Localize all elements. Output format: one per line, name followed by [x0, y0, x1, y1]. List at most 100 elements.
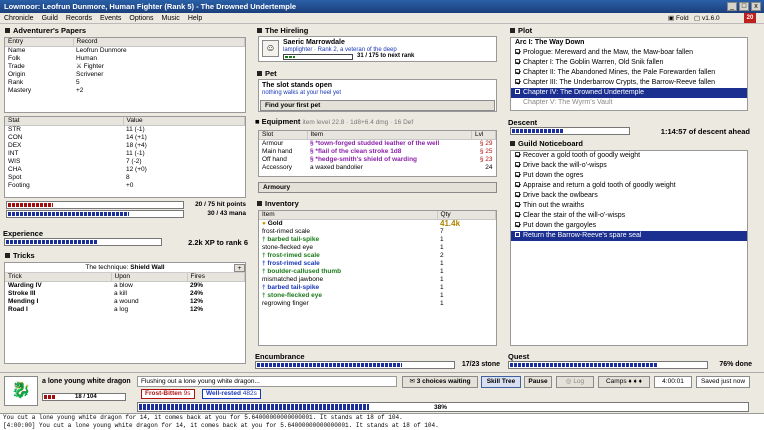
col-inv-item[interactable]: Item	[259, 211, 438, 220]
checkbox-icon	[515, 201, 520, 207]
col-qty[interactable]: Qty	[437, 211, 496, 220]
list-item[interactable]: Put down the ogres	[511, 171, 747, 181]
col-value[interactable]: Value	[123, 117, 245, 126]
choices-button[interactable]: ✉ 3 choices waiting	[402, 376, 478, 388]
table-row: WIS 7 (-2)	[8, 157, 142, 165]
list-item-selected[interactable]: Return the Barrow-Reeve's spare seal	[511, 231, 747, 241]
table-row[interactable]: Off hand § *hedge-smith's shield of wardi…	[259, 156, 496, 164]
table-row: Road Ia log 12%	[8, 305, 204, 313]
col-upon[interactable]: Upon	[111, 273, 188, 282]
mana-text: 30 / 43 mana	[207, 210, 246, 217]
minimize-button[interactable]: _	[727, 2, 737, 11]
table-row: Folk Human	[8, 54, 97, 62]
table-row[interactable]: regrowing finger 1	[259, 300, 496, 308]
maximize-button[interactable]: □	[739, 2, 749, 11]
list-item[interactable]: Thin out the wraiths	[511, 201, 747, 211]
menu-chronicle[interactable]: Chronicle	[4, 15, 34, 22]
list-item[interactable]: Drive back the will-o'-wisps	[511, 161, 747, 171]
list-item-selected[interactable]: Chapter IV: The Drowned Undertemple	[511, 88, 747, 98]
inventory-table: Item Qty ● Gold 41.4k frost-rimed scale 7 †…	[258, 210, 497, 346]
col-item[interactable]: Item	[307, 131, 472, 140]
hireling-panel: ☺ Saeric Marrowdale lamplighter · Rank 2…	[258, 36, 497, 62]
frost-bitten-effect[interactable]: Frost-Bitten 9s	[141, 389, 195, 399]
skill-tree-button[interactable]: Skill Tree	[481, 376, 521, 388]
col-stat[interactable]: Stat	[5, 117, 124, 126]
col-entry[interactable]: Entry	[5, 38, 74, 47]
list-item[interactable]: Clear the stair of the will-o'-wisps	[511, 211, 747, 221]
menu-events[interactable]: Events	[100, 15, 121, 22]
encumbrance-bar	[255, 361, 455, 369]
table-row[interactable]: Armour § *town-forged studded leather of …	[259, 139, 496, 148]
mana-bar-fill	[8, 212, 129, 216]
table-row[interactable]: † barbed tail-spike 1	[259, 284, 496, 292]
well-rested-effect[interactable]: Well-rested 482s	[202, 389, 261, 399]
table-row: STR 11 (-1)	[8, 125, 145, 133]
close-button[interactable]: x	[751, 2, 761, 11]
menu-music[interactable]: Music	[162, 15, 180, 22]
info-icon: ▢	[694, 15, 702, 22]
quest-bar	[508, 361, 708, 369]
list-item[interactable]: Arc I: The Way Down	[511, 38, 747, 48]
col-slot[interactable]: Slot	[259, 131, 308, 140]
table-row[interactable]: † barbed tail-spike 1	[259, 236, 496, 244]
camps-button[interactable]: Camps ♦ ♦ ♦	[598, 376, 650, 388]
notification-badge[interactable]: 20	[744, 13, 756, 23]
menu-records[interactable]: Records	[66, 15, 92, 22]
fold-icon: ▣	[668, 15, 676, 22]
experience-header: Experience	[3, 229, 44, 238]
col-record[interactable]: Record	[73, 38, 245, 47]
flame-icon: ♦	[633, 378, 637, 385]
list-item[interactable]: Prologue: Mereward and the Maw, the Maw-…	[511, 48, 747, 58]
list-item[interactable]: Chapter II: The Abandoned Mines, the Pal…	[511, 68, 747, 78]
table-row: DEX 18 (+4)	[8, 141, 147, 149]
table-row[interactable]: † boulder-callused thumb 1	[259, 268, 496, 276]
table-row[interactable]: ● Gold 41.4k	[259, 219, 496, 228]
table-row[interactable]: † frost-rimed scale 1	[259, 260, 496, 268]
table-row[interactable]: † frost-rimed scale 2	[259, 252, 496, 260]
list-item[interactable]: Chapter I: The Goblin Warren, Old Snik f…	[511, 58, 747, 68]
list-item[interactable]: Recover a gold tooth of goodly weight	[511, 151, 747, 161]
list-item[interactable]: Chapter V: The Wyrm's Vault	[511, 98, 747, 108]
find-pet-button[interactable]: Find your first pet	[260, 100, 495, 111]
table-row[interactable]: stone-flecked eye 1	[259, 244, 496, 252]
list-item[interactable]: Chapter III: The Underbarrow Crypts, the…	[511, 78, 747, 88]
table-row[interactable]: † stone-flecked eye 1	[259, 292, 496, 300]
pet-sub: nothing walks at your heel yet	[262, 90, 342, 96]
checkbox-icon	[515, 231, 520, 237]
table-row[interactable]: Main hand § *flail of the clean stroke 1d…	[259, 148, 496, 156]
equipment-header: ■ Equipment item level 22.8 · 1d8+6.4 dm…	[255, 117, 414, 126]
hireling-xp-bar	[283, 54, 353, 60]
plot-header: Plot	[508, 26, 532, 35]
col-fires[interactable]: Fires	[187, 273, 245, 282]
foe-hp-fill	[44, 395, 56, 399]
encumbrance-text: 17/23 stone	[461, 361, 500, 368]
armoury-button[interactable]: Armoury	[258, 182, 497, 193]
window-title: Lowmoor: Leofrun Dunmore, Human Fighter …	[0, 0, 764, 13]
col-trick[interactable]: Trick	[5, 273, 112, 282]
fold-button[interactable]: ▣ Fold	[668, 14, 689, 22]
table-row[interactable]: mismatched jawbone 1	[259, 276, 496, 284]
list-item[interactable]: Appraise and return a gold tooth of good…	[511, 181, 747, 191]
pet-panel: The slot stands open nothing walks at yo…	[258, 79, 497, 112]
hireling-portrait-icon: ☺	[262, 40, 279, 57]
dragon-portrait-icon: 🐉	[4, 376, 38, 406]
checkbox-icon	[515, 68, 520, 74]
menu-options[interactable]: Options	[129, 15, 153, 22]
pause-button[interactable]: Pause	[524, 376, 552, 388]
add-technique-button[interactable]: +	[234, 264, 245, 272]
checkbox-icon	[515, 161, 520, 167]
table-row[interactable]: frost-rimed scale 7	[259, 228, 496, 236]
menu-guild[interactable]: Guild	[42, 15, 58, 22]
technique-row: The technique: Shield Wall	[5, 263, 245, 273]
table-row: Trade ⚔ Fighter	[8, 62, 104, 70]
log-button[interactable]: ◎ Log	[556, 376, 594, 388]
list-item[interactable]: Put down the gargoyles	[511, 221, 747, 231]
table-row: CON 14 (+1)	[8, 133, 147, 141]
table-row[interactable]: Accessory a waxed bandolier 24	[259, 164, 496, 172]
menu-help[interactable]: Help	[188, 15, 202, 22]
flame-icon: ♦	[638, 378, 642, 385]
equipment-bullet-icon: ■	[255, 117, 262, 126]
col-lvl[interactable]: Lvl	[471, 131, 496, 140]
list-item[interactable]: Drive back the owlbears	[511, 191, 747, 201]
hp-bar-fill	[8, 203, 53, 207]
